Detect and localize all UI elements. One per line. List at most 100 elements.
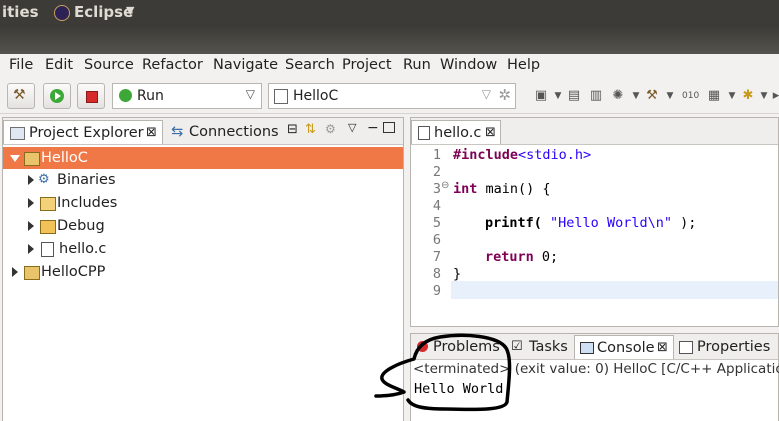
run-button[interactable] (43, 83, 71, 109)
code-line-3: int main() { (453, 181, 551, 197)
minimize-icon[interactable]: − (367, 120, 379, 136)
new-class-icon[interactable]: ▦ (706, 88, 722, 104)
settings-icon[interactable]: ✱ (740, 88, 756, 104)
tree-item-debug[interactable]: Debug (3, 215, 403, 237)
code-line-8: } (453, 266, 461, 282)
menu-source[interactable]: Source (84, 57, 134, 73)
tab-connections[interactable]: ⇆ Connections (167, 120, 283, 144)
menu-search[interactable]: Search (285, 57, 335, 73)
editor-text-area[interactable]: 1 2 3 ⊖ 4 5 6 7 8 9 #include<stdio.h> in… (411, 144, 778, 326)
project-folder-icon (24, 152, 40, 166)
expanded-arrow-icon[interactable] (10, 155, 20, 162)
menu-run[interactable]: Run (403, 57, 431, 73)
tab-connections-label: Connections (189, 124, 279, 140)
menu-navigate[interactable]: Navigate (213, 57, 278, 73)
close-icon[interactable]: ⊠ (146, 121, 157, 145)
closing-brace: } (453, 266, 462, 282)
tree-item-label: Includes (57, 195, 118, 211)
tree-item-binaries[interactable]: ⚙ Binaries (3, 169, 403, 191)
tab-console-label: Console (597, 340, 655, 356)
tab-tasks-label: Tasks (529, 339, 568, 355)
c-file-icon (418, 126, 430, 140)
collapsed-arrow-icon[interactable] (12, 267, 18, 277)
eclipse-logo-icon (54, 5, 70, 21)
collapsed-arrow-icon[interactable] (28, 244, 34, 254)
tree-item-helloc[interactable]: HelloC (3, 147, 403, 169)
return-keyword: return (485, 249, 534, 265)
line-number: 5 (432, 215, 441, 231)
tree-item-label: HelloCPP (41, 264, 106, 280)
line-number: 7 (432, 249, 441, 265)
window-title-region (0, 24, 779, 54)
tree-item-label: Debug (57, 218, 105, 234)
tree-item-includes[interactable]: Includes (3, 192, 403, 214)
menu-refactor[interactable]: Refactor (142, 57, 203, 73)
printf-call: printf( (485, 215, 542, 231)
launch-configuration-combo[interactable]: HelloC ▽ ✲ (268, 83, 516, 109)
view-menu-icon[interactable]: ▽ (348, 121, 356, 134)
chevron-down-icon[interactable]: ▼ (550, 88, 566, 104)
properties-icon (679, 341, 693, 354)
launch-mode-value: Run (137, 88, 164, 104)
tree-item-hello-c[interactable]: hello.c (3, 238, 403, 260)
hammer-icon[interactable]: ⚒ (644, 88, 660, 104)
build-button[interactable]: ⚒ (7, 83, 35, 109)
stop-button[interactable] (77, 83, 105, 109)
collapsed-arrow-icon[interactable] (28, 198, 34, 208)
line-number: 2 (432, 164, 441, 180)
project-explorer-panel: Project Explorer ⊠ ⇆ Connections ⊟ ⇅ ⚙ ▽… (2, 117, 404, 421)
launch-mode-combo[interactable]: Run ▽ (112, 83, 262, 109)
app-menu-title[interactable]: Eclipse (74, 3, 133, 21)
hand-drawn-annotation (374, 333, 512, 412)
chevron-down-icon[interactable]: ▼ (662, 88, 678, 104)
tab-properties[interactable]: Properties (677, 335, 779, 359)
chevron-down-icon: ▽ (245, 87, 255, 101)
line-number: 3 (432, 181, 441, 197)
tab-hello-c[interactable]: hello.c ⊠ (411, 120, 501, 144)
tab-project-explorer[interactable]: Project Explorer ⊠ (3, 120, 163, 144)
close-icon[interactable]: ⊠ (657, 336, 668, 360)
console-icon (580, 342, 594, 354)
int-keyword: int (453, 181, 478, 197)
binary-icon[interactable]: 010 (682, 88, 699, 104)
line-number: 1 (432, 147, 441, 163)
debug-icon[interactable]: ✺ (610, 88, 626, 104)
printf-end: ); (671, 215, 697, 231)
close-icon[interactable]: ⊠ (485, 121, 496, 145)
collapsed-arrow-icon[interactable] (28, 221, 34, 231)
main-signature: main() { (477, 181, 551, 197)
connections-icon: ⇆ (171, 124, 184, 140)
chevron-down-icon: ▼ (126, 4, 135, 17)
link-editor-icon[interactable]: ⇅ (305, 122, 316, 137)
line-number: 4 (432, 198, 441, 214)
toolbar-overflow-icon[interactable]: ▸ (768, 88, 779, 104)
tab-console[interactable]: Console ⊠ (574, 335, 674, 359)
tree-item-hellocpp[interactable]: HelloCPP (3, 261, 403, 283)
stop-icon (86, 91, 98, 103)
chevron-down-icon: ▽ (481, 87, 491, 101)
launch-configuration-value: HelloC (293, 88, 339, 104)
menu-file[interactable]: File (9, 57, 33, 73)
current-line-highlight (451, 281, 778, 299)
menu-window[interactable]: Window (440, 57, 497, 73)
menu-help[interactable]: Help (507, 57, 540, 73)
menu-edit[interactable]: Edit (45, 57, 73, 73)
menu-bar: File Edit Source Refactor Navigate Searc… (0, 54, 779, 79)
code-line-5: printf( "Hello World\n" ); (485, 215, 696, 231)
code-line-7: return 0; (485, 249, 558, 265)
tree-item-label: HelloC (41, 150, 88, 166)
collapsed-arrow-icon[interactable] (28, 175, 34, 185)
fold-icon[interactable]: ⊖ (441, 180, 449, 191)
filter-icon[interactable]: ⚙ (325, 122, 336, 136)
tab-properties-label: Properties (697, 339, 771, 355)
gear-icon[interactable]: ✲ (498, 86, 511, 104)
collapse-all-icon[interactable]: ⊟ (287, 122, 298, 137)
maximize-icon[interactable] (383, 122, 395, 133)
save-icon[interactable]: ▤ (566, 88, 582, 104)
menu-project[interactable]: Project (342, 57, 392, 73)
save-all-icon[interactable]: ▥ (588, 88, 604, 104)
new-icon[interactable]: ▣ (533, 88, 549, 104)
chevron-down-icon[interactable]: ▼ (724, 88, 740, 104)
tree-item-label: hello.c (59, 241, 107, 257)
chevron-down-icon[interactable]: ▼ (628, 88, 644, 104)
